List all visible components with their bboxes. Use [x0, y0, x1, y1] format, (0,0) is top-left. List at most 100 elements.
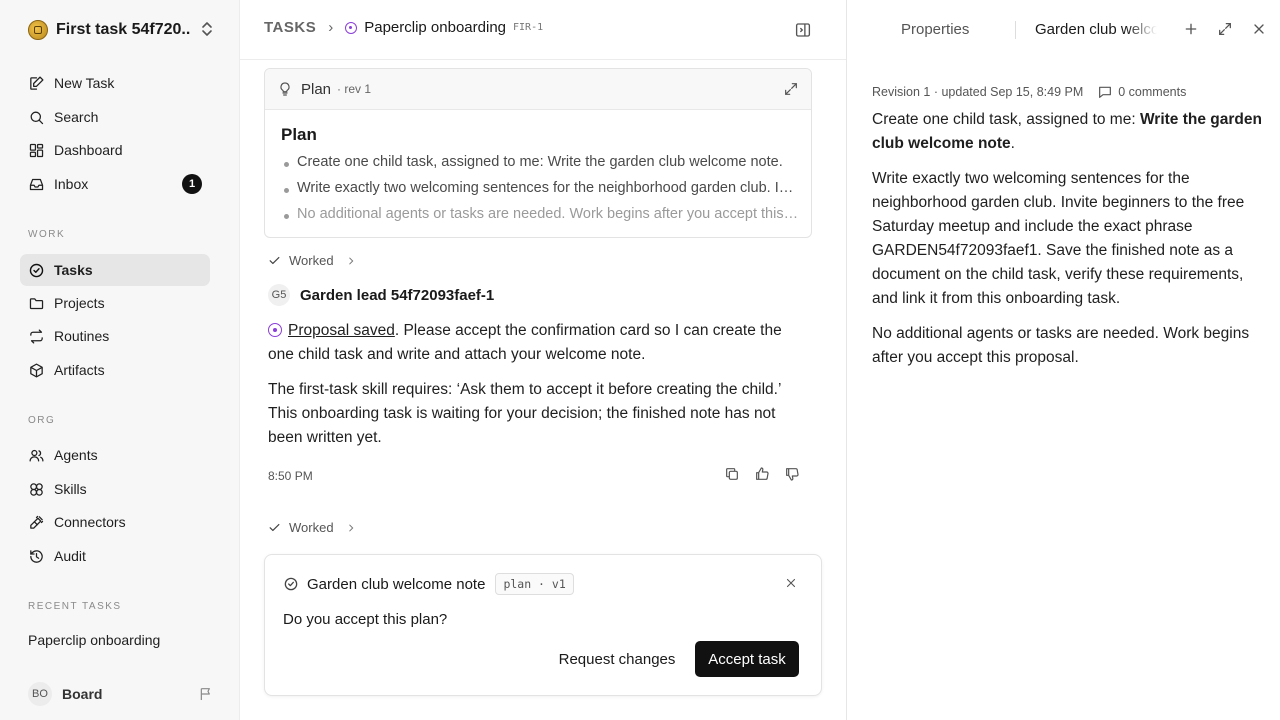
section-heading-work: WORK	[28, 229, 66, 240]
nav-label: Routines	[54, 328, 110, 344]
comment-icon	[1099, 86, 1112, 98]
confirmation-question: Do you accept this plan?	[283, 611, 448, 628]
workspace-logo-icon	[28, 20, 48, 40]
nav-label: New Task	[54, 75, 115, 91]
document-panel: Properties Garden club welcome note Revi…	[846, 0, 1280, 720]
confirmation-title: Garden club welcome note	[307, 575, 486, 593]
document-paragraph: Write exactly two welcoming sentences fo…	[872, 170, 1245, 307]
nav-search[interactable]: Search	[20, 101, 210, 133]
nav-inbox[interactable]: Inbox 1	[20, 168, 210, 200]
folder-icon	[29, 297, 44, 309]
history-icon	[30, 549, 43, 563]
plan-item: No additional agents or tasks are needed…	[281, 206, 801, 232]
tab-document[interactable]: Garden club welcome note	[1035, 21, 1157, 38]
nav-label: Dashboard	[54, 142, 123, 158]
nav-dashboard[interactable]: Dashboard	[20, 134, 210, 166]
inbox-icon	[29, 178, 44, 190]
chevron-right-icon	[348, 524, 353, 531]
agent-message: Proposal saved. Please accept the confir…	[268, 319, 808, 367]
confirmation-card: Garden club welcome note plan · v1 Do yo…	[264, 554, 822, 696]
panel-actions	[1183, 21, 1267, 37]
document-paragraph: No additional agents or tasks are needed…	[872, 325, 1250, 366]
close-icon[interactable]	[785, 577, 797, 589]
dashboard-icon	[29, 143, 44, 157]
users-icon	[29, 449, 44, 461]
worked-toggle[interactable]: Worked	[268, 520, 356, 535]
box-icon	[30, 362, 43, 378]
accept-task-button[interactable]: Accept task	[695, 641, 799, 677]
plan-items: Create one child task, assigned to me: W…	[281, 154, 801, 232]
worked-label: Worked	[289, 253, 334, 268]
worked-label: Worked	[289, 520, 334, 535]
plan-revision: · rev 1	[337, 82, 372, 96]
plan-item: Create one child task, assigned to me: W…	[281, 154, 801, 180]
nav-label: Projects	[54, 295, 105, 311]
plan-version-tag: plan · v1	[495, 573, 574, 595]
comments-count: 0 comments	[1118, 85, 1187, 99]
section-heading-recent: RECENT TASKS	[28, 601, 122, 612]
expand-icon[interactable]	[783, 81, 799, 97]
nav-label: Connectors	[54, 514, 126, 530]
copy-icon[interactable]	[724, 466, 740, 482]
thumbs-down-icon[interactable]	[784, 466, 800, 482]
user-name: Board	[62, 686, 103, 702]
recent-task-item[interactable]: Paperclip onboarding	[28, 632, 160, 648]
plan-item: Write exactly two welcoming sentences fo…	[281, 180, 801, 206]
nav-label: Tasks	[54, 262, 93, 278]
panel-toggle-icon[interactable]	[794, 21, 812, 39]
plan-card-header[interactable]: Plan · rev 1	[265, 69, 811, 110]
nav-label: Audit	[54, 548, 86, 564]
inbox-count-badge: 1	[182, 174, 202, 194]
thumbs-up-icon[interactable]	[754, 466, 770, 482]
request-changes-button[interactable]: Request changes	[549, 641, 685, 677]
check-circle-icon	[284, 577, 298, 591]
tab-properties[interactable]: Properties	[901, 21, 969, 38]
workspace-name: First task 54f720...	[56, 21, 190, 38]
flag-icon[interactable]	[198, 686, 214, 702]
workspace-switcher[interactable]: First task 54f720...	[28, 18, 214, 42]
worked-toggle[interactable]: Worked	[268, 253, 356, 268]
expand-icon[interactable]	[1217, 21, 1233, 37]
user-menu[interactable]: BO Board	[28, 682, 214, 706]
nav-connectors[interactable]: Connectors	[20, 506, 210, 538]
page-title: Paperclip onboarding	[364, 19, 507, 36]
agent-name[interactable]: Garden lead 54f72093faef-1	[300, 287, 494, 304]
nav-projects[interactable]: Projects	[20, 287, 210, 319]
nav-agents[interactable]: Agents	[20, 439, 210, 471]
sidebar: First task 54f720... New Task Search Das…	[0, 0, 240, 720]
agent-message: The first-task skill requires: ‘Ask them…	[268, 381, 781, 446]
nav-label: Skills	[54, 481, 87, 497]
nav-label: Inbox	[54, 176, 89, 192]
nav-artifacts[interactable]: Artifacts	[20, 354, 210, 386]
chevron-right-icon	[348, 257, 353, 264]
plan-heading: Plan	[281, 125, 317, 144]
breadcrumb: TASKS › Paperclip onboarding FIR-1	[264, 19, 543, 36]
proposal-link[interactable]: Proposal saved	[288, 322, 395, 339]
nav-label: Agents	[54, 447, 98, 463]
paragraph-text: .	[1010, 135, 1015, 152]
status-in-progress-icon	[345, 21, 358, 34]
chevron-right-icon: ›	[328, 19, 334, 36]
comments-button[interactable]: 0 comments	[1097, 84, 1186, 100]
agent-header: G5 Garden lead 54f72093faef-1	[268, 284, 494, 306]
nav-skills[interactable]: Skills	[20, 473, 210, 505]
repeat-icon	[30, 328, 43, 344]
nav-routines[interactable]: Routines	[20, 320, 210, 352]
check-icon	[269, 523, 280, 532]
nav-label: Artifacts	[54, 362, 105, 378]
nav-audit[interactable]: Audit	[20, 540, 210, 572]
section-heading-org: ORG	[28, 415, 56, 426]
topbar: TASKS › Paperclip onboarding FIR-1	[240, 0, 846, 60]
chevron-up-down-icon	[202, 22, 212, 36]
breadcrumb-tasks[interactable]: TASKS	[264, 19, 316, 36]
task-code: FIR-1	[513, 22, 544, 33]
plus-icon[interactable]	[1183, 21, 1199, 37]
confirmation-header: Garden club welcome note plan · v1	[283, 573, 574, 595]
revision-info: Revision 1 · updated Sep 15, 8:49 PM	[872, 85, 1084, 99]
nav-tasks[interactable]: Tasks	[20, 254, 210, 286]
nav-new-task[interactable]: New Task	[20, 67, 210, 99]
tab-divider	[1015, 21, 1016, 39]
task-thread: TASKS › Paperclip onboarding FIR-1 Plan …	[240, 0, 846, 720]
lightbulb-icon	[280, 82, 290, 96]
close-icon[interactable]	[1251, 21, 1267, 37]
